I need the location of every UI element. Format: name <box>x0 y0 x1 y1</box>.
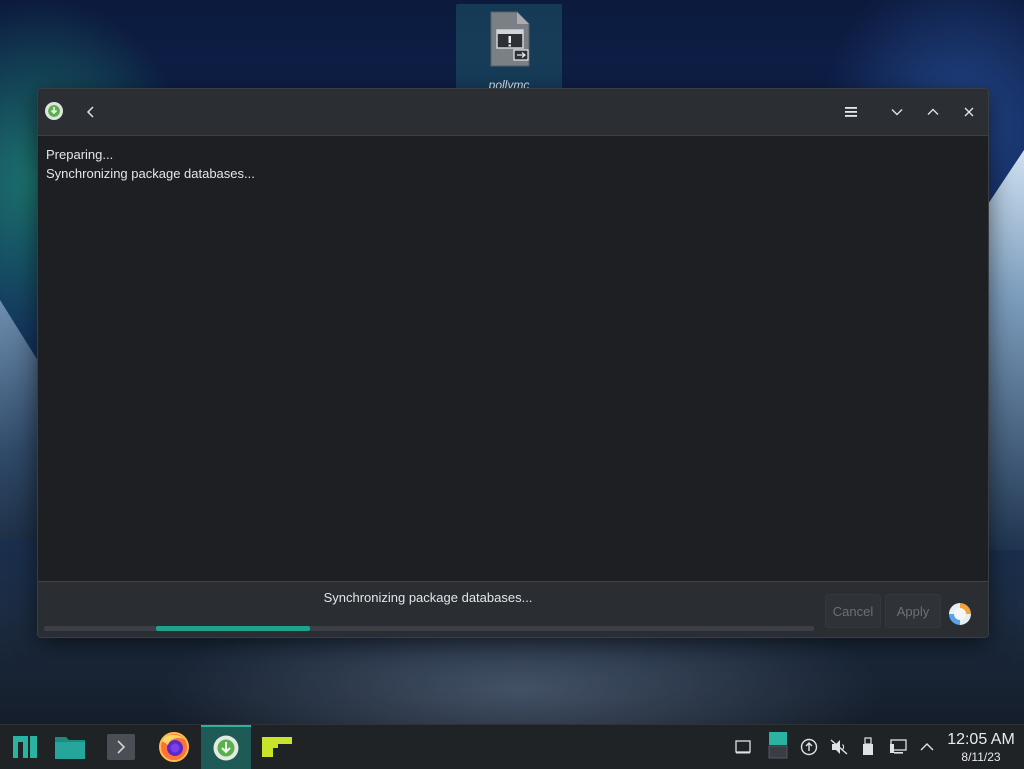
taskbar-app[interactable] <box>252 725 302 769</box>
application-menu-button[interactable] <box>0 725 50 769</box>
tray-expand-button[interactable] <box>916 735 938 759</box>
maximize-button[interactable] <box>921 100 945 124</box>
pamac-icon <box>213 735 239 761</box>
volume-muted-icon <box>830 739 848 755</box>
log-line: Synchronizing package databases... <box>46 166 255 181</box>
taskbar-firefox[interactable] <box>149 725 199 769</box>
hamburger-menu-icon <box>845 107 857 117</box>
file-manager-icon <box>55 737 85 759</box>
virtual-desktop-pager[interactable] <box>767 732 789 759</box>
cancel-button[interactable]: Cancel <box>825 594 881 628</box>
firefox-icon <box>159 732 189 762</box>
package-manager-window: Preparing... Synchronizing package datab… <box>37 88 989 638</box>
updates-icon <box>800 738 818 756</box>
usb-tray-button[interactable] <box>857 735 879 759</box>
tray-expand-icon <box>920 743 934 751</box>
menu-button[interactable] <box>839 100 863 124</box>
taskbar-file-manager[interactable] <box>45 725 95 769</box>
taskbar-pamac[interactable] <box>201 725 251 769</box>
network-icon <box>890 739 907 754</box>
taskbar: 12:05 AM 8/11/23 <box>0 724 1024 769</box>
executable-file-icon <box>490 11 530 67</box>
minimize-button[interactable] <box>885 100 909 124</box>
back-button[interactable] <box>79 100 103 124</box>
status-text: Synchronizing package databases... <box>323 590 533 605</box>
log-line: Preparing... <box>46 147 114 162</box>
window-titlebar[interactable] <box>38 89 988 136</box>
app-icon <box>262 737 292 757</box>
chevron-down-icon <box>891 109 903 116</box>
transaction-log: Preparing... Synchronizing package datab… <box>46 145 946 183</box>
usb-device-icon <box>863 737 873 755</box>
digital-clock[interactable]: 12:05 AM 8/11/23 <box>942 731 1020 765</box>
volume-tray-button[interactable] <box>828 735 850 759</box>
manjaro-menu-icon <box>13 736 37 758</box>
close-icon <box>964 107 974 117</box>
chevron-left-icon <box>86 106 94 118</box>
network-tray-button[interactable] <box>888 735 910 759</box>
virtual-desktop-icon <box>768 732 788 759</box>
close-button[interactable] <box>957 100 981 124</box>
clock-time: 12:05 AM <box>947 731 1015 748</box>
taskbar-terminal[interactable] <box>96 725 146 769</box>
progress-bar <box>44 626 814 631</box>
details-status-icon[interactable] <box>949 603 971 625</box>
show-desktop-button[interactable] <box>732 735 754 759</box>
wallpaper-mountain-right <box>984 150 1024 550</box>
chevron-up-icon <box>927 108 939 115</box>
show-desktop-icon <box>735 740 751 754</box>
apply-button[interactable]: Apply <box>885 594 941 628</box>
clock-date: 8/11/23 <box>961 750 1001 764</box>
transaction-statusbar: Synchronizing package databases... Cance… <box>38 581 988 637</box>
pamac-download-icon <box>45 102 63 120</box>
terminal-icon <box>107 734 135 760</box>
desktop-file-pollymc[interactable]: pollymc <box>456 4 562 92</box>
updates-tray-button[interactable] <box>798 735 820 759</box>
progress-bar-fill <box>156 626 310 631</box>
